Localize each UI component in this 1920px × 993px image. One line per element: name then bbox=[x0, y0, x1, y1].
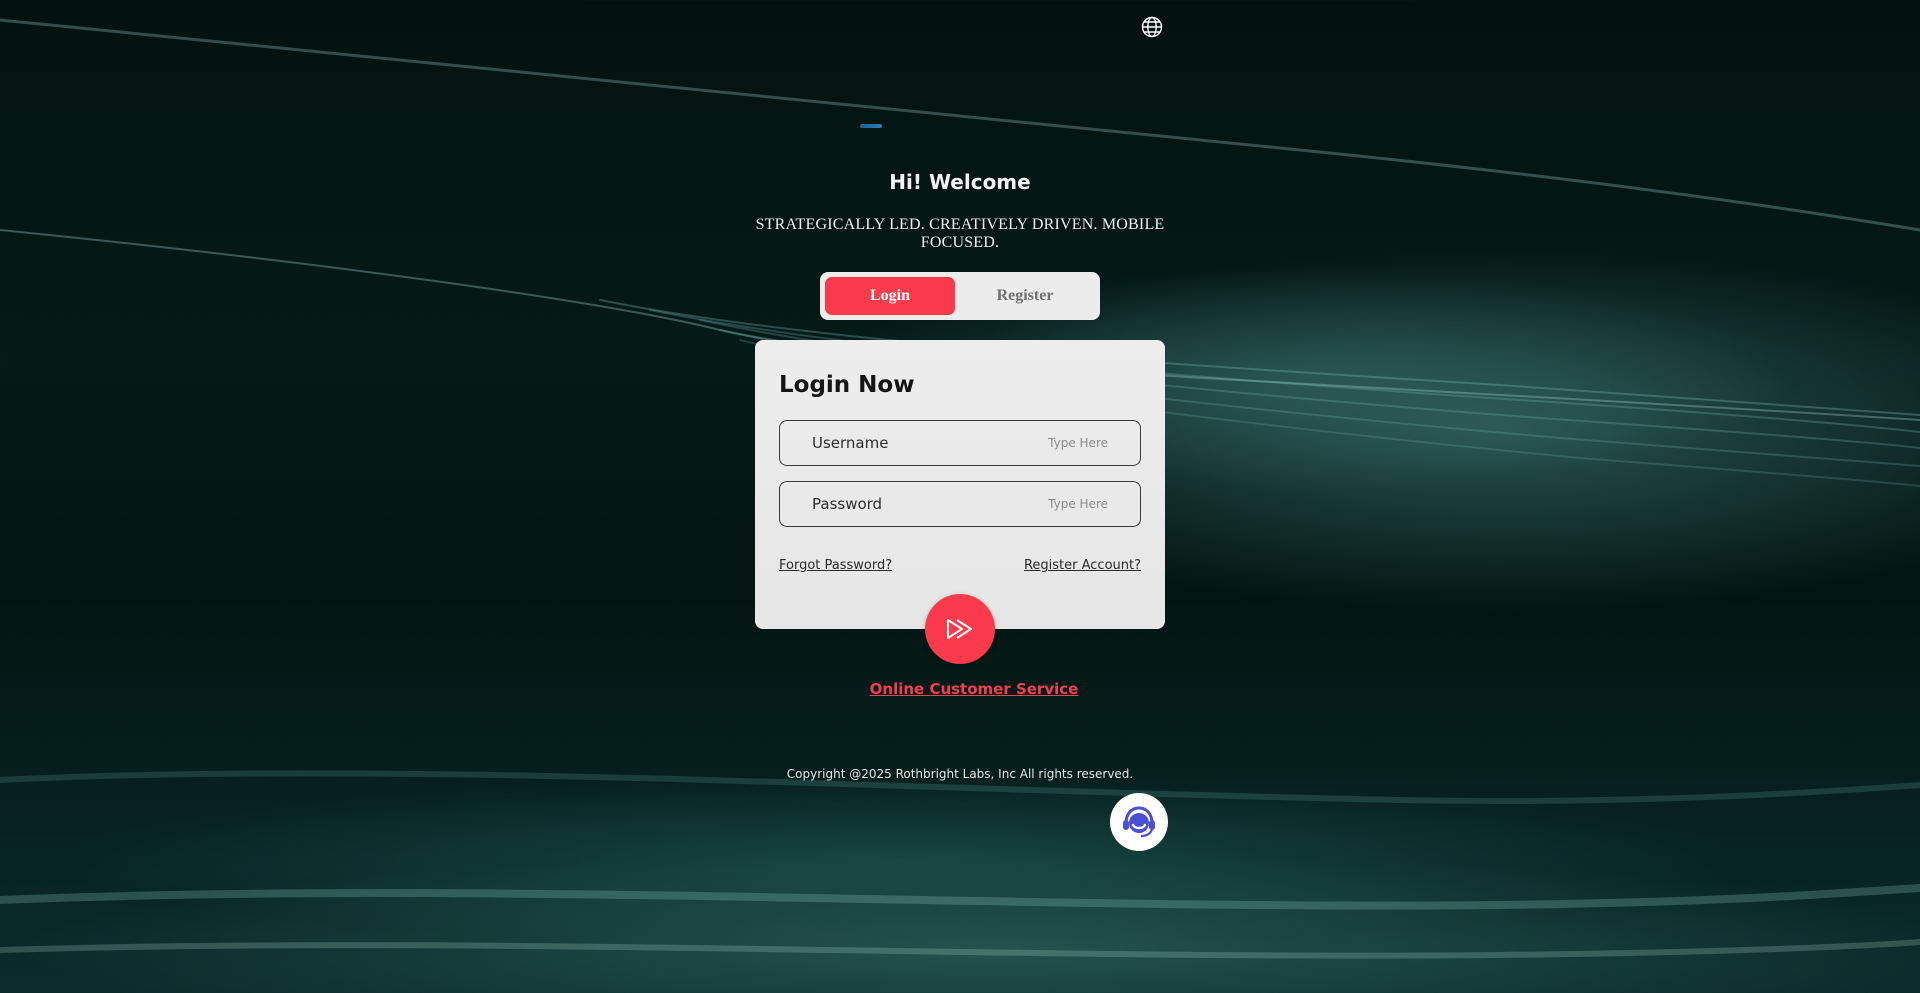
headset-agent-icon bbox=[1123, 806, 1155, 838]
form-title: Login Now bbox=[779, 372, 915, 398]
password-input[interactable] bbox=[948, 492, 1108, 516]
online-customer-service-link[interactable]: Online Customer Service bbox=[0, 680, 1920, 698]
username-field[interactable]: Username bbox=[779, 420, 1141, 466]
auth-tabs: Login Register bbox=[820, 272, 1100, 320]
double-play-arrow-icon bbox=[947, 619, 972, 639]
welcome-heading: Hi! Welcome bbox=[889, 170, 1031, 194]
copyright-text: Copyright @2025 Rothbright Labs, Inc All… bbox=[786, 767, 1134, 781]
password-field[interactable]: Password bbox=[779, 481, 1141, 527]
login-card: Login Now Username Password Forgot Passw… bbox=[755, 340, 1165, 629]
brand-logo bbox=[860, 124, 882, 128]
username-input[interactable] bbox=[948, 431, 1108, 455]
username-label: Username bbox=[812, 434, 889, 452]
tab-login[interactable]: Login bbox=[825, 277, 955, 315]
tagline: STRATEGICALLY LED. CREATIVELY DRIVEN. MO… bbox=[755, 216, 1165, 251]
globe-icon bbox=[1141, 16, 1163, 38]
tab-register[interactable]: Register bbox=[955, 277, 1095, 315]
customer-support-button[interactable] bbox=[1110, 793, 1168, 851]
password-label: Password bbox=[812, 495, 883, 513]
register-account-link[interactable]: Register Account? bbox=[1024, 558, 1141, 573]
login-submit-button[interactable] bbox=[925, 594, 995, 664]
forgot-password-link[interactable]: Forgot Password? bbox=[779, 558, 892, 573]
language-switcher[interactable] bbox=[1140, 15, 1164, 39]
